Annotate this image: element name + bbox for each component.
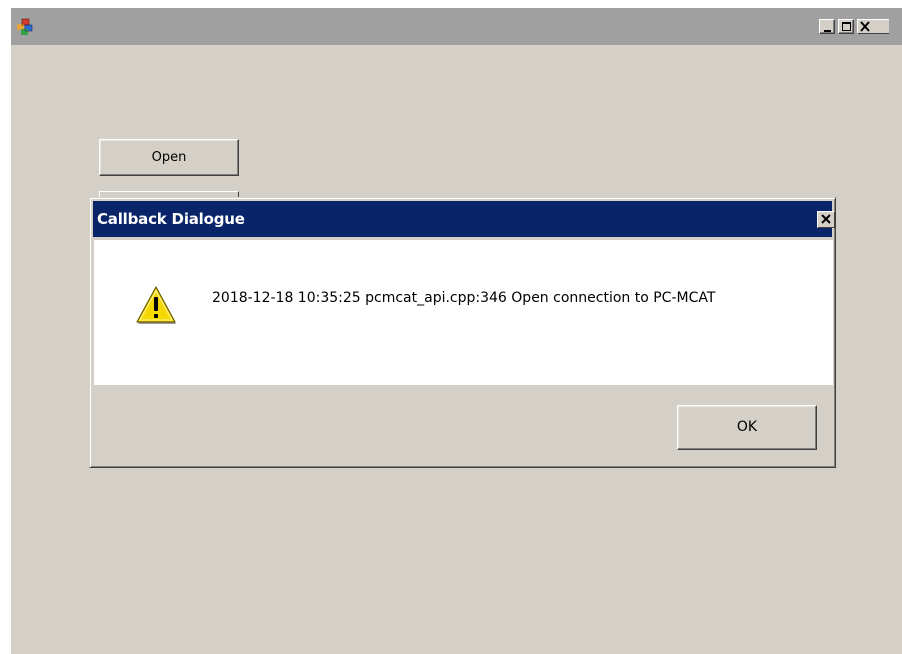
maximize-icon — [842, 22, 851, 31]
dialog-title: Callback Dialogue — [97, 210, 245, 228]
dialog-message: 2018-12-18 10:35:25 pcmcat_api.cpp:346 O… — [212, 290, 716, 306]
close-icon — [860, 21, 870, 32]
close-window-button[interactable] — [857, 19, 889, 34]
dialog-titlebar[interactable]: Callback Dialogue — [93, 201, 835, 237]
minimize-button[interactable] — [819, 19, 835, 34]
close-icon — [821, 214, 831, 224]
message-area: 2018-12-18 10:35:25 pcmcat_api.cpp:346 O… — [94, 240, 833, 385]
open-button[interactable]: Open — [99, 139, 239, 176]
maximize-button[interactable] — [838, 19, 854, 34]
warning-icon — [134, 283, 178, 330]
dialog-close-button[interactable] — [817, 211, 835, 228]
ok-button[interactable]: OK — [677, 405, 817, 450]
minimize-icon — [824, 30, 831, 32]
main-titlebar[interactable] — [11, 8, 902, 45]
callback-dialog: Callback Dialogue 2018-12-18 10:35:25 pc… — [89, 197, 836, 468]
application-cube-icon[interactable] — [16, 18, 34, 36]
